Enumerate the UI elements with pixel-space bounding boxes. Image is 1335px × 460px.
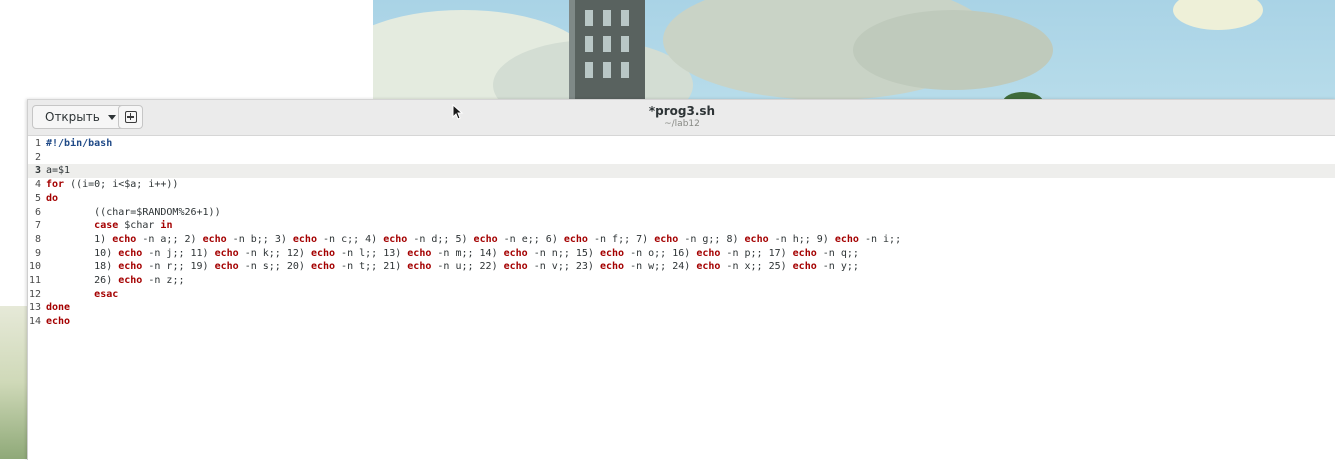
line-number: 2 bbox=[34, 151, 41, 163]
code-text[interactable]: 18) echo -n r;; 19) echo -n s;; 20) echo… bbox=[46, 260, 859, 274]
code-text[interactable]: 10) echo -n j;; 11) echo -n k;; 12) echo… bbox=[46, 247, 859, 261]
code-text[interactable]: done bbox=[46, 301, 70, 315]
line-number: 1 bbox=[34, 138, 41, 149]
desktop-wallpaper-left bbox=[0, 306, 27, 459]
arrow-cursor-icon bbox=[452, 104, 464, 120]
headerbar[interactable]: Открыть *prog3.sh ~/lab12 bbox=[28, 100, 1335, 136]
code-line[interactable]: 6 ((char=$RANDOM%26+1)) bbox=[28, 206, 1335, 220]
line-number: 6 bbox=[34, 206, 41, 218]
window-subtitle: ~/lab12 bbox=[664, 119, 700, 129]
code-line[interactable]: 14 echo bbox=[28, 315, 1335, 329]
code-text[interactable]: for ((i=0; i<$a; i++)) bbox=[46, 178, 178, 192]
line-number: 12 bbox=[28, 288, 41, 300]
title-block: *prog3.sh ~/lab12 bbox=[28, 104, 1335, 130]
code-editor[interactable]: 1 #!/bin/bash 2 3 a=$1 4 for ((i=0; i<$a; i++)… bbox=[28, 136, 1335, 460]
code-line[interactable]: 11 26) echo -n z;; bbox=[28, 274, 1335, 288]
wallpaper-cloud bbox=[1173, 0, 1263, 30]
code-text[interactable]: #!/bin/bash bbox=[46, 137, 112, 151]
code-text[interactable]: 26) echo -n z;; bbox=[46, 274, 184, 288]
line-number: 10 bbox=[28, 261, 41, 273]
line-number: 9 bbox=[34, 247, 41, 259]
code-line[interactable]: 4 for ((i=0; i<$a; i++)) bbox=[28, 178, 1335, 192]
code-line[interactable]: 2 bbox=[28, 151, 1335, 165]
desktop-wallpaper bbox=[373, 0, 1335, 100]
code-line[interactable]: 10 18) echo -n r;; 19) echo -n s;; 20) e… bbox=[28, 260, 1335, 274]
code-line[interactable]: 3 a=$1 bbox=[28, 164, 1335, 179]
line-number: 13 bbox=[28, 302, 41, 314]
code-text[interactable]: echo bbox=[46, 315, 70, 329]
line-number: 7 bbox=[34, 220, 41, 232]
code-text[interactable]: 1) echo -n a;; 2) echo -n b;; 3) echo -n… bbox=[46, 233, 901, 247]
code-text[interactable]: esac bbox=[46, 288, 118, 302]
code-line[interactable]: 1 #!/bin/bash bbox=[28, 137, 1335, 151]
code-line[interactable]: 7 case $char in bbox=[28, 219, 1335, 233]
line-number: 8 bbox=[34, 233, 41, 245]
line-number: 5 bbox=[34, 192, 41, 204]
window-title: *prog3.sh bbox=[648, 104, 716, 118]
code-line[interactable]: 12 esac bbox=[28, 288, 1335, 302]
line-number: 11 bbox=[28, 275, 41, 286]
code-line[interactable]: 8 1) echo -n a;; 2) echo -n b;; 3) echo … bbox=[28, 233, 1335, 247]
code-text[interactable]: case $char in bbox=[46, 219, 172, 233]
wallpaper-cloud bbox=[853, 10, 1053, 90]
code-text[interactable]: ((char=$RANDOM%26+1)) bbox=[46, 206, 220, 220]
code-line[interactable]: 5 do bbox=[28, 192, 1335, 206]
line-number: 14 bbox=[28, 316, 41, 328]
text-editor-window[interactable]: Открыть *prog3.sh ~/lab12 1 #!/bin/bash 2 3… bbox=[27, 99, 1335, 460]
line-number: 4 bbox=[34, 179, 41, 191]
code-text[interactable]: a=$1 bbox=[46, 164, 70, 178]
code-text[interactable]: do bbox=[46, 192, 58, 206]
line-number: 3 bbox=[34, 165, 41, 177]
wallpaper-tower bbox=[569, 0, 645, 100]
code-line[interactable]: 9 10) echo -n j;; 11) echo -n k;; 12) ec… bbox=[28, 247, 1335, 261]
code-line[interactable]: 13 done bbox=[28, 301, 1335, 315]
